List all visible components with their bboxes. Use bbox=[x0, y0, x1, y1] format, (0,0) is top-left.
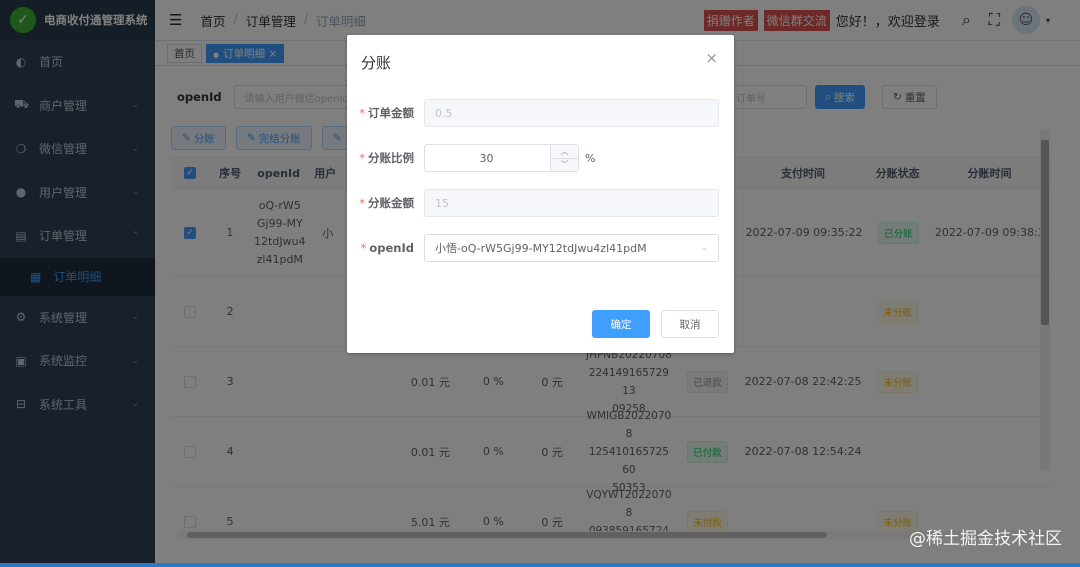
watermark: @稀土掘金技术社区 bbox=[909, 529, 1062, 549]
required-asterisk: * bbox=[359, 151, 365, 165]
split-amount-label: * 分账金额 bbox=[347, 195, 424, 211]
dialog-title: 分账 bbox=[361, 54, 392, 72]
openid-label: * openId bbox=[347, 241, 424, 255]
required-asterisk: * bbox=[360, 241, 367, 255]
split-amount-row: * 分账金额 15 bbox=[347, 189, 734, 217]
required-asterisk: * bbox=[359, 196, 365, 210]
openid-select[interactable]: 小悟-oQ-rW5Gj99-MY12tdJwu4zl41pdM ⌄ bbox=[424, 234, 719, 262]
decrease-icon[interactable]: ﹀ bbox=[551, 159, 578, 172]
bottom-bar bbox=[0, 563, 1080, 567]
split-amount-field: 15 bbox=[424, 189, 719, 217]
order-amount-field: 0.5 bbox=[424, 99, 719, 127]
split-rate-value[interactable]: 30 bbox=[480, 152, 494, 165]
label-text: 分账比例 bbox=[368, 151, 414, 165]
cancel-button[interactable]: 取消 bbox=[661, 310, 719, 338]
increase-icon[interactable]: ︿ bbox=[551, 145, 578, 159]
chevron-down-icon: ⌄ bbox=[700, 243, 708, 253]
percent-unit: % bbox=[585, 151, 596, 165]
openid-select-value: 小悟-oQ-rW5Gj99-MY12tdJwu4zl41pdM bbox=[435, 242, 647, 255]
required-asterisk: * bbox=[359, 106, 365, 120]
label-text: 分账金额 bbox=[368, 196, 414, 210]
confirm-button[interactable]: 确定 bbox=[592, 310, 650, 338]
split-rate-stepper[interactable]: 30 ︿ ﹀ bbox=[424, 144, 579, 172]
label-text: 订单金额 bbox=[368, 106, 414, 120]
openid-row: * openId 小悟-oQ-rW5Gj99-MY12tdJwu4zl41pdM … bbox=[347, 234, 734, 262]
label-text: openId bbox=[369, 241, 414, 255]
split-rate-row: * 分账比例 30 ︿ ﹀ % bbox=[347, 144, 734, 172]
stepper-arrows: ︿ ﹀ bbox=[550, 145, 578, 171]
order-amount-row: * 订单金额 0.5 bbox=[347, 99, 734, 127]
split-rate-label: * 分账比例 bbox=[347, 150, 424, 166]
order-amount-label: * 订单金额 bbox=[347, 105, 424, 121]
close-icon[interactable]: × bbox=[705, 49, 718, 67]
split-dialog: 分账 × * 订单金额 0.5 * 分账比例 30 ︿ ﹀ % * 分账金额 15 *… bbox=[347, 35, 734, 353]
